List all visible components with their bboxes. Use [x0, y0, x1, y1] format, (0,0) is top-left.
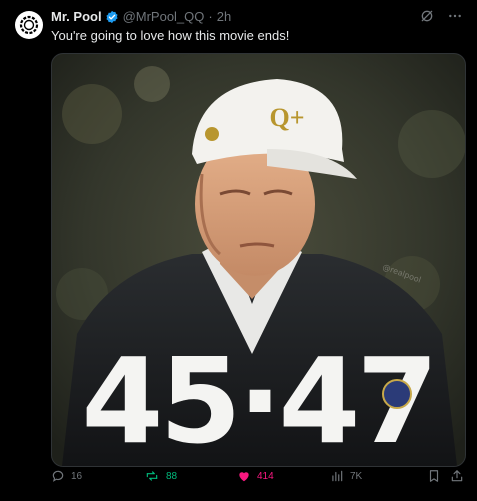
overlay-number-text: 45·47 [81, 332, 434, 466]
repost-icon [146, 471, 158, 481]
bookmark-icon [429, 470, 439, 482]
tweet-top-actions [419, 8, 463, 29]
tweet-header: Mr. Pool @MrPool_QQ · 2h [51, 9, 231, 24]
heart-icon [239, 472, 249, 482]
views-count: 7K [350, 470, 363, 482]
bookmark-button[interactable] [427, 469, 441, 483]
reply-icon [52, 470, 64, 482]
tweet-text: You're going to love how this movie ends… [51, 28, 290, 43]
views-button[interactable]: 7K [330, 469, 362, 483]
repost-count: 88 [166, 470, 178, 482]
author-name[interactable]: Mr. Pool [51, 9, 102, 24]
repost-button[interactable]: 88 [144, 469, 177, 483]
like-button[interactable]: 414 [237, 469, 274, 483]
views-icon [332, 470, 343, 482]
reply-button[interactable]: 16 [51, 469, 82, 483]
avatar-ring-icon [19, 15, 39, 35]
more-icon[interactable] [447, 8, 463, 29]
avatar[interactable] [15, 11, 43, 39]
separator-dot: · [208, 9, 213, 24]
tweet-time[interactable]: 2h [217, 9, 231, 24]
grok-icon[interactable] [419, 8, 435, 29]
share-icon [451, 470, 463, 482]
share-button[interactable] [450, 469, 464, 483]
author-handle[interactable]: @MrPool_QQ [123, 9, 205, 24]
verified-badge-icon [105, 10, 119, 24]
reply-count: 16 [71, 470, 83, 482]
tweet-image[interactable]: Q+ 45·47 @realpool [51, 53, 466, 467]
hat-text: Q+ [269, 103, 304, 132]
like-count: 414 [257, 470, 274, 482]
